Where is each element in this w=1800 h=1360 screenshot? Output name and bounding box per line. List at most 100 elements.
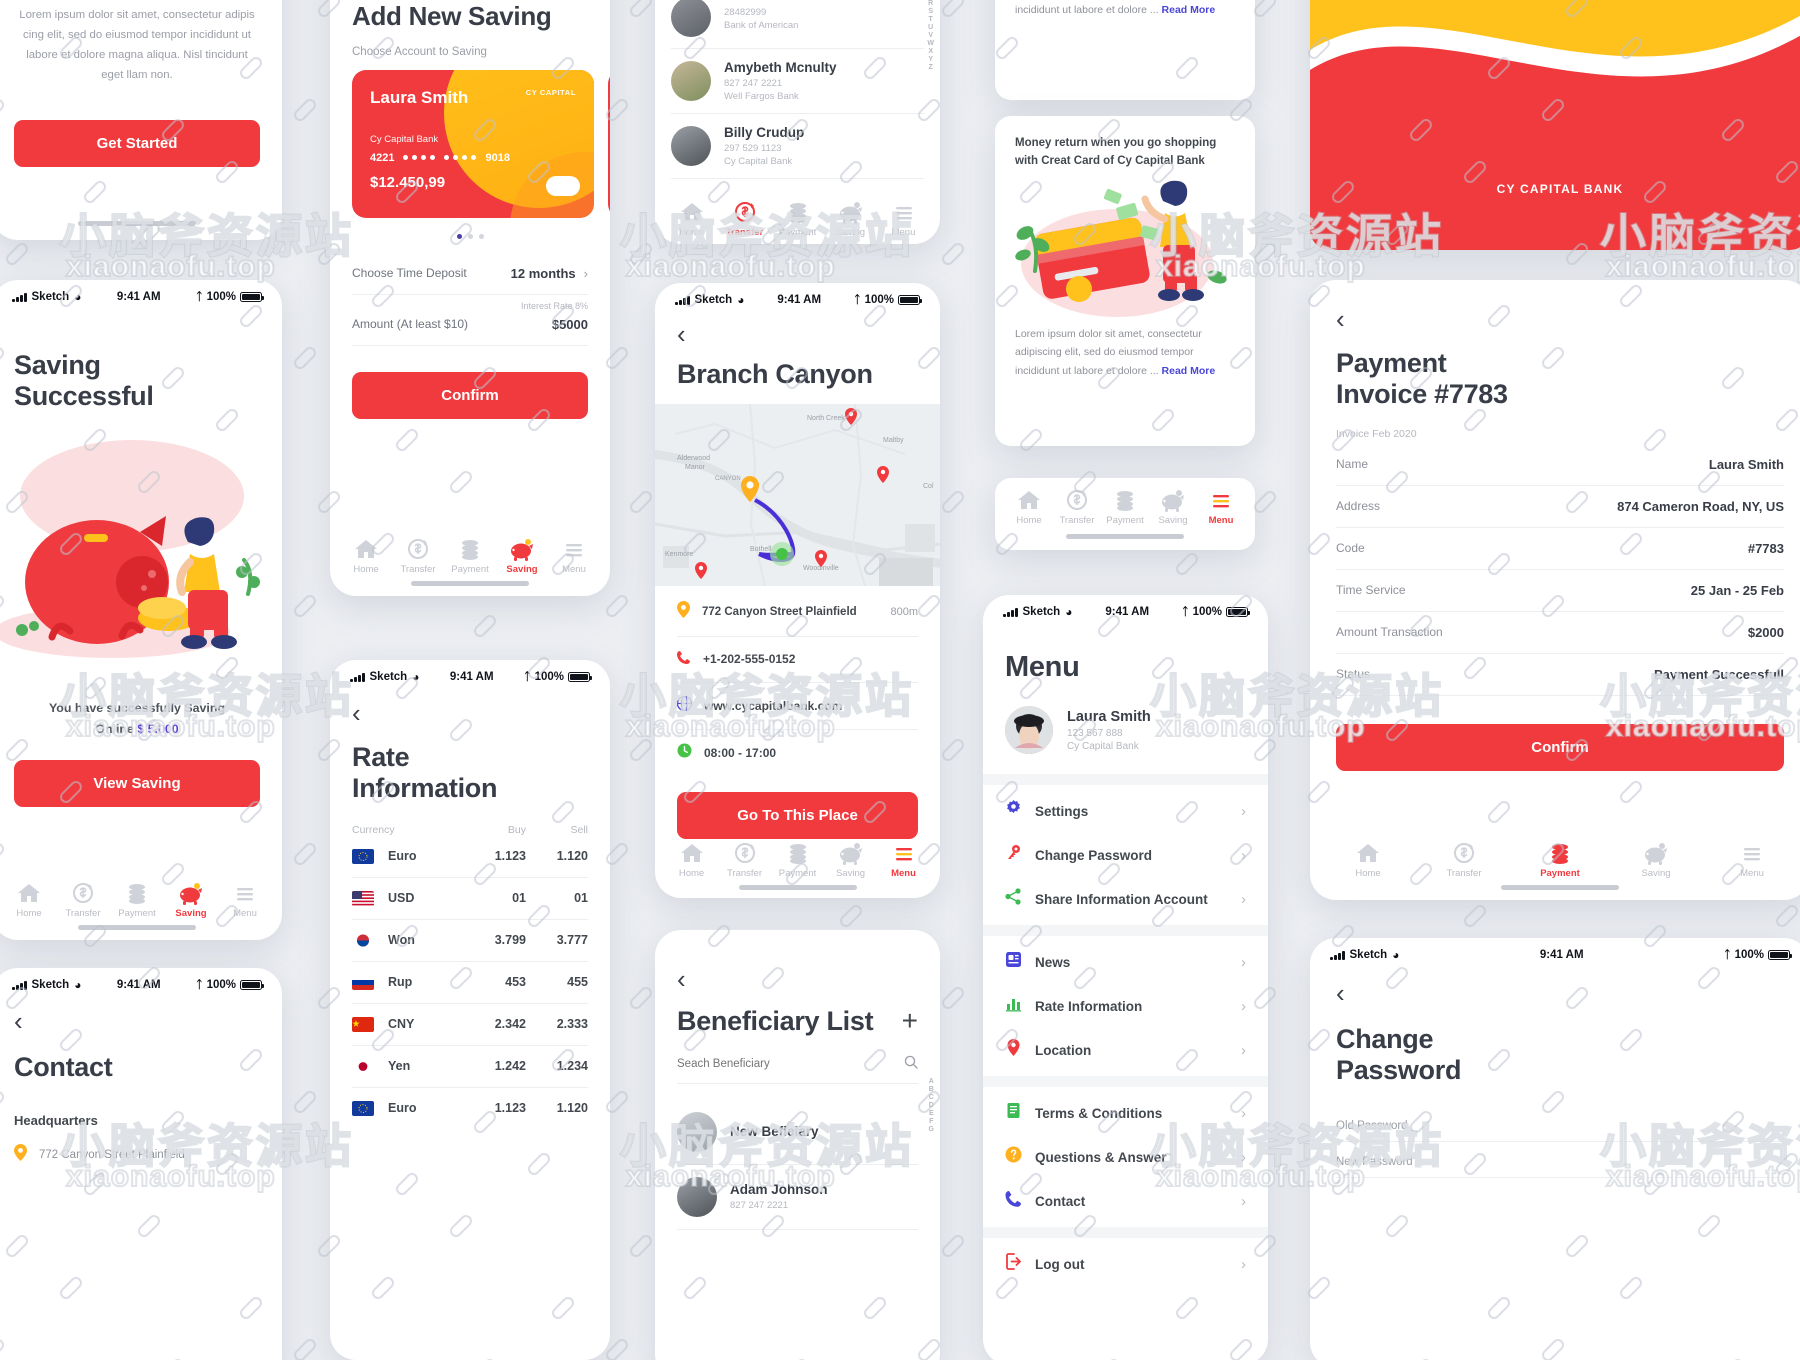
- tab-menu[interactable]: Menu: [877, 841, 930, 879]
- menu-item-settings[interactable]: Settings ›: [1005, 789, 1246, 833]
- table-row[interactable]: Euro 1.123 1.120: [352, 836, 588, 878]
- view-saving-button[interactable]: View Saving: [14, 759, 260, 807]
- search-input[interactable]: [677, 1058, 904, 1071]
- list-item[interactable]: Billy Crudup 297 529 1123 Cy Capital Ban…: [671, 114, 924, 178]
- alpha-letter[interactable]: F: [929, 1118, 933, 1125]
- get-started-button[interactable]: Get Started: [14, 119, 260, 167]
- confirm-button[interactable]: Confirm: [1336, 723, 1784, 771]
- tab-home[interactable]: Home: [665, 200, 718, 238]
- password-field[interactable]: New Password: [1336, 1142, 1784, 1177]
- menu-item-news[interactable]: News ›: [1005, 940, 1246, 984]
- alpha-letter[interactable]: T: [929, 16, 933, 23]
- back-button[interactable]: ‹: [14, 1008, 260, 1034]
- menu-item-questions-answer[interactable]: Questions & Answer ›: [1005, 1135, 1246, 1179]
- tab-home[interactable]: Home: [340, 537, 392, 575]
- back-button[interactable]: ‹: [677, 321, 918, 347]
- tab-saving[interactable]: Saving: [1149, 488, 1197, 526]
- table-row[interactable]: Yen 1.242 1.234: [352, 1046, 588, 1088]
- tab-payment[interactable]: Payment: [444, 537, 496, 575]
- back-button[interactable]: ‹: [677, 966, 918, 992]
- tab-saving[interactable]: Saving: [164, 881, 218, 919]
- read-more-link[interactable]: Read More: [1162, 365, 1216, 377]
- amount-row[interactable]: Amount (At least $10) $5000: [352, 311, 588, 345]
- alpha-letter[interactable]: D: [929, 1102, 934, 1109]
- list-item[interactable]: 28482999 Bank of American: [671, 0, 924, 48]
- tab-menu[interactable]: Menu: [877, 200, 930, 238]
- alpha-letter[interactable]: Z: [929, 64, 933, 71]
- search-icon[interactable]: [904, 1055, 918, 1074]
- table-row[interactable]: Rup 453 455: [352, 962, 588, 1004]
- carousel-dots[interactable]: [330, 233, 610, 239]
- tab-menu[interactable]: Menu: [218, 881, 272, 919]
- tab-menu[interactable]: Menu: [1197, 488, 1245, 526]
- tab-payment[interactable]: Payment: [771, 841, 824, 879]
- alpha-letter[interactable]: A: [929, 1078, 934, 1085]
- alpha-letter[interactable]: C: [929, 1094, 934, 1101]
- branch-website-row[interactable]: www.cycapitalbank.com: [676, 683, 918, 729]
- menu-profile[interactable]: Laura Smith 123 567 888 Cy Capital Bank: [983, 684, 1268, 774]
- tab-transfer[interactable]: Transfer: [392, 537, 444, 575]
- go-to-place-button[interactable]: Go To This Place: [677, 791, 918, 839]
- tab-home[interactable]: Home: [2, 881, 56, 919]
- bottom-tab-bar[interactable]: Home Transfer Payment Saving Menu: [655, 833, 940, 885]
- alpha-letter[interactable]: V: [928, 32, 933, 39]
- tab-home[interactable]: Home: [665, 841, 718, 879]
- alpha-letter[interactable]: E: [929, 1110, 934, 1117]
- list-item[interactable]: Amybeth Mcnulty 827 247 2221 Well Fargos…: [671, 49, 924, 113]
- alpha-letter[interactable]: W: [927, 40, 934, 47]
- alpha-letter[interactable]: Y: [928, 56, 933, 63]
- tab-saving[interactable]: Saving: [1608, 841, 1704, 879]
- tab-saving[interactable]: Saving: [496, 537, 548, 575]
- tab-transfer[interactable]: Transfer: [56, 881, 110, 919]
- tab-menu[interactable]: Menu: [548, 537, 600, 575]
- list-item[interactable]: Adam Johnson 827 247 2221: [677, 1165, 918, 1229]
- menu-item-share-information-account[interactable]: Share Information Account ›: [1005, 877, 1246, 921]
- time-deposit-row[interactable]: Choose Time Deposit 12 months ›: [352, 253, 588, 294]
- tab-saving[interactable]: Saving: [824, 200, 877, 238]
- tab-payment[interactable]: Payment: [1101, 488, 1149, 526]
- branch-map[interactable]: North Creek Alderwood Manor CANYON Maltb…: [655, 403, 940, 586]
- alpha-letter[interactable]: G: [929, 1126, 934, 1133]
- tab-payment[interactable]: Payment: [110, 881, 164, 919]
- plus-icon[interactable]: +: [902, 1007, 918, 1035]
- menu-item-change-password[interactable]: Change Password ›: [1005, 833, 1246, 877]
- password-field[interactable]: Old Password: [1336, 1106, 1784, 1141]
- menu-item-log-out[interactable]: Log out ›: [1005, 1242, 1246, 1286]
- table-row[interactable]: Won 3.799 3.777: [352, 920, 588, 962]
- menu-item-rate-information[interactable]: Rate Information ›: [1005, 984, 1246, 1028]
- menu-item-terms-conditions[interactable]: Terms & Conditions ›: [1005, 1091, 1246, 1135]
- branch-phone-row[interactable]: +1-202-555-0152: [677, 637, 918, 682]
- bottom-tab-bar[interactable]: Home Transfer Payment Saving Menu: [655, 192, 940, 244]
- alpha-letter[interactable]: S: [928, 8, 933, 15]
- bottom-tab-bar[interactable]: Home Transfer Payment Saving Menu: [1310, 833, 1800, 885]
- tab-transfer[interactable]: Transfer: [1416, 841, 1512, 879]
- table-row[interactable]: CNY 2.342 2.333: [352, 1004, 588, 1046]
- tab-transfer[interactable]: Transfer: [1053, 488, 1101, 526]
- tab-payment[interactable]: Payment: [771, 200, 824, 238]
- menu-item-location[interactable]: Location ›: [1005, 1028, 1246, 1072]
- tab-payment[interactable]: Payment: [1512, 841, 1608, 879]
- credit-card[interactable]: Laura Smith CY CAPITAL Cy Capital Bank 4…: [352, 69, 594, 218]
- tab-transfer[interactable]: Transfer: [718, 200, 771, 238]
- alpha-letter[interactable]: R: [928, 0, 933, 7]
- credit-card-next[interactable]: [608, 69, 610, 218]
- alphabet-index[interactable]: PQRSTUVWXYZ: [927, 0, 934, 71]
- table-row[interactable]: Euro 1.123 1.120: [352, 1088, 588, 1129]
- alphabet-index[interactable]: ABCDEFG: [929, 1078, 934, 1133]
- bottom-tab-bar[interactable]: Home Transfer Payment Saving Menu: [995, 478, 1255, 532]
- menu-item-contact[interactable]: Contact ›: [1005, 1179, 1246, 1223]
- alpha-letter[interactable]: U: [928, 24, 933, 31]
- tab-home[interactable]: Home: [1320, 841, 1416, 879]
- alpha-letter[interactable]: B: [929, 1086, 934, 1093]
- tab-menu[interactable]: Menu: [1704, 841, 1800, 879]
- bottom-tab-bar[interactable]: Home Transfer Payment Saving Menu: [330, 529, 610, 581]
- read-more-link[interactable]: Read More: [1162, 4, 1216, 16]
- list-item[interactable]: New Beficiary: [677, 1100, 918, 1164]
- alpha-letter[interactable]: X: [928, 48, 933, 55]
- tab-transfer[interactable]: Transfer: [718, 841, 771, 879]
- confirm-button[interactable]: Confirm: [352, 371, 588, 419]
- table-row[interactable]: USD 01 01: [352, 878, 588, 920]
- tab-saving[interactable]: Saving: [824, 841, 877, 879]
- back-button[interactable]: ‹: [1336, 306, 1784, 332]
- tab-home[interactable]: Home: [1005, 488, 1053, 526]
